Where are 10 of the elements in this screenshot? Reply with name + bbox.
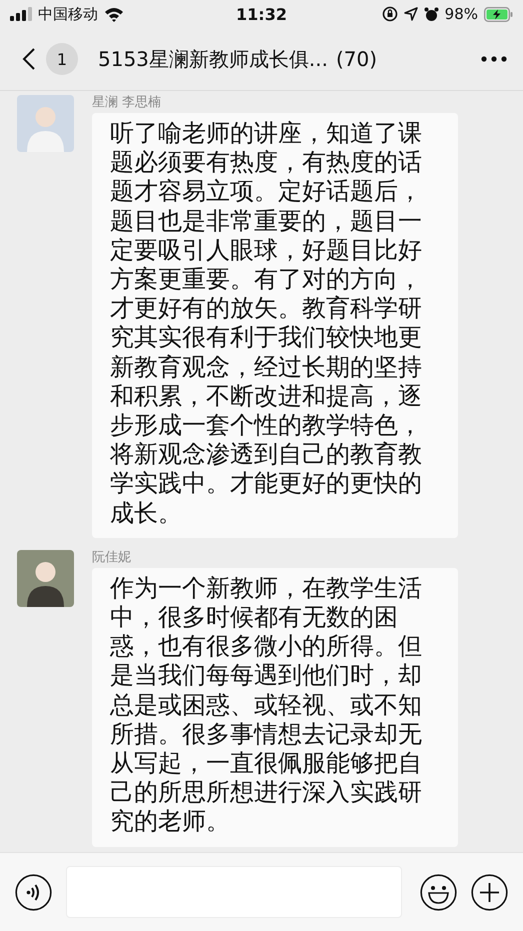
unread-count: 1 — [46, 43, 78, 75]
message-bubble: 听了喻老师的讲座，知道了课题必须要有热度，有热度的话题才容易立项。定好话题后，题目也是非常重要的，题目一定要吸引人眼球，好题目比好方案更重要。有了对的方向，才更好有的放矢。教育科学研究其实很有利于我们较快地更新教育观念，经过长期的坚持和积累，不断改进和提高，逐步形成一套个性的教学特色，将新观念渗透到自己的教育教学实践中。才能更好的更快的成长。 — [92, 113, 458, 538]
chat-title: 5153星澜新教师成长俱... — [98, 46, 328, 72]
status-time: 11:32 — [236, 4, 287, 24]
member-count: (70) — [336, 47, 378, 71]
message-bubble: 作为一个新教师，在教学生活中，很多时候都有无数的困惑，也有很多微小的所得。但是当我们每每遇到他们时，却总是或困惑、或轻视、或不知所措。很多事情想去记录却无从写起，一直很佩服能够把自己的所思所想进行深入实践研究的老师。 — [92, 568, 458, 847]
carrier-name: 中国移动 — [38, 4, 98, 24]
sender-name: 星澜 李思楠 — [92, 94, 162, 111]
sender-name: 阮佳妮 — [92, 548, 131, 566]
battery-percent: 98% — [444, 5, 478, 23]
